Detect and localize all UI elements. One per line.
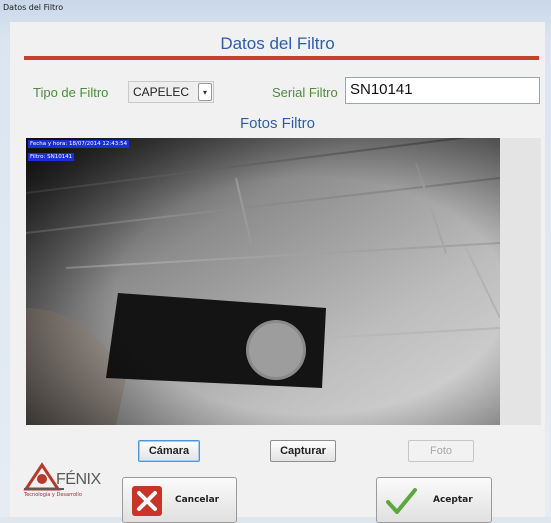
dropdown-arrow-icon[interactable]: ▾ [198, 83, 212, 101]
aceptar-button[interactable]: Aceptar [376, 477, 492, 523]
cancel-x-icon [132, 486, 162, 516]
overlay-datetime: Fecha y hora: 18/07/2014 12:43:54 [28, 140, 130, 148]
app-window: Datos del Filtro Datos del Filtro Tipo d… [0, 0, 551, 523]
logo-tagline: Tecnología y Desarrollo [24, 492, 82, 498]
header-divider [24, 56, 539, 60]
window-title: Datos del Filtro [3, 3, 64, 12]
camera-image [26, 138, 500, 425]
camara-button[interactable]: Cámara [138, 440, 200, 462]
photo-frame: Fecha y hora: 18/07/2014 12:43:54 Filtro… [26, 138, 541, 425]
cancelar-label: Cancelar [175, 495, 220, 505]
title-bar[interactable]: Datos del Filtro [0, 0, 551, 22]
tipo-filtro-select[interactable]: CAPELEC ▾ [128, 81, 214, 103]
tipo-filtro-value: CAPELEC [133, 85, 190, 99]
fenix-logo: FÉNIX Tecnología y Desarrollo [22, 459, 102, 507]
fotos-section-title: Fotos Filtro [239, 115, 315, 132]
camera-preview: Fecha y hora: 18/07/2014 12:43:54 Filtro… [26, 138, 500, 425]
serial-filtro-input[interactable]: SN10141 [345, 77, 540, 104]
page-title: Datos del Filtro [220, 34, 335, 53]
form-panel: Datos del Filtro Tipo de Filtro CAPELEC … [10, 22, 545, 523]
cancelar-button[interactable]: Cancelar [122, 477, 237, 523]
logo-name: FÉNIX [56, 471, 101, 488]
capturar-button[interactable]: Capturar [270, 440, 336, 462]
foto-button[interactable]: Foto [408, 440, 474, 462]
tipo-filtro-label: Tipo de Filtro [33, 85, 109, 100]
overlay-filter-id: Filtro: SN10141 [28, 153, 75, 161]
accept-check-icon [386, 488, 417, 514]
aceptar-label: Aceptar [433, 495, 473, 505]
serial-filtro-label: Serial Filtro [272, 85, 338, 100]
